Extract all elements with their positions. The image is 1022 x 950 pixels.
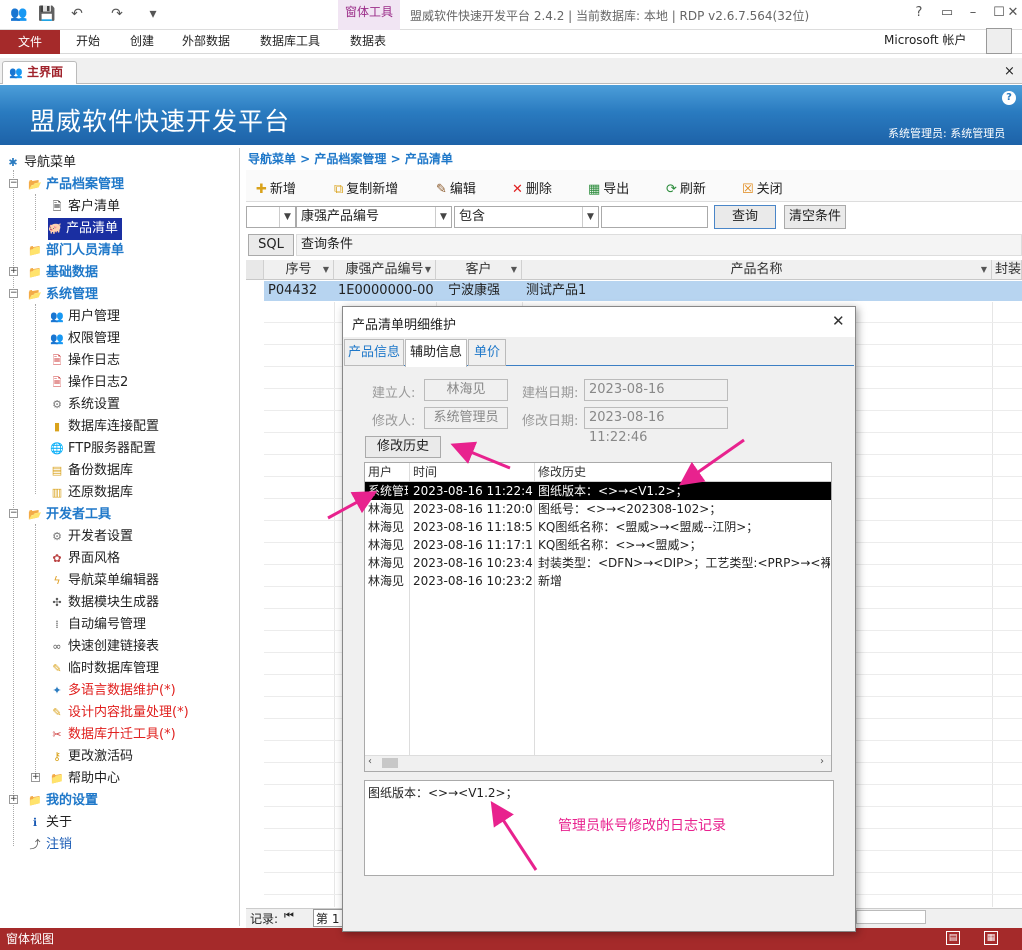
annotation-arrows: [327, 438, 745, 871]
arrow-to-history-entry: [679, 438, 745, 486]
arrow-to-history-button: [450, 441, 511, 470]
arrow-to-admin-user: [327, 491, 378, 520]
arrow-to-detail-text: [490, 800, 538, 871]
